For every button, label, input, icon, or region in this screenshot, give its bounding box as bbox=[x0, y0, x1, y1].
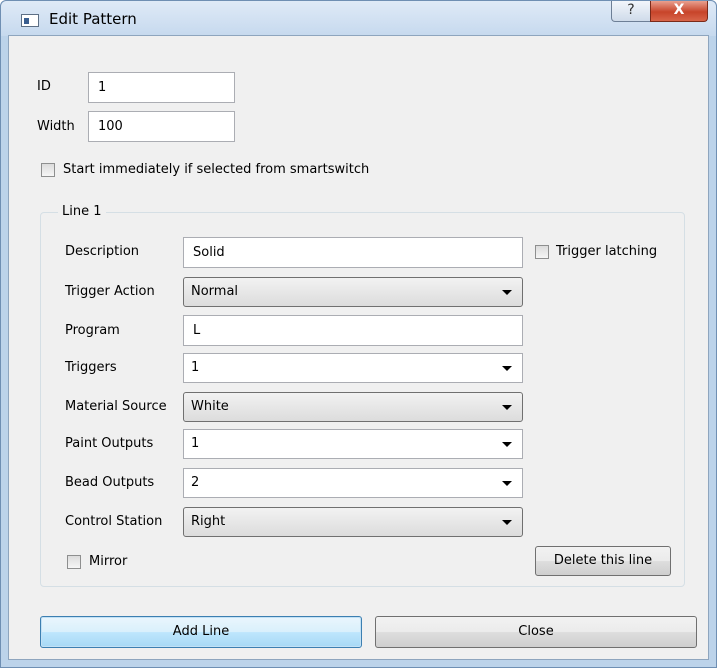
bead-outputs-select[interactable]: 2 bbox=[183, 468, 523, 498]
triggers-select[interactable]: 1 bbox=[183, 353, 523, 383]
control-station-label: Control Station bbox=[65, 514, 163, 529]
control-station-value: Right bbox=[191, 514, 226, 529]
chevron-down-icon bbox=[502, 405, 512, 410]
control-station-select[interactable]: Right bbox=[183, 507, 523, 537]
description-field[interactable]: Solid bbox=[183, 237, 523, 268]
mirror-label: Mirror bbox=[89, 554, 128, 569]
triggers-label: Triggers bbox=[65, 360, 117, 375]
chevron-down-icon bbox=[502, 366, 512, 371]
width-label: Width bbox=[37, 119, 75, 134]
delete-line-button[interactable]: Delete this line bbox=[535, 546, 671, 576]
paint-outputs-value: 1 bbox=[191, 436, 200, 451]
trigger-latching-label: Trigger latching bbox=[556, 244, 658, 259]
chevron-down-icon bbox=[502, 442, 512, 447]
start-immediately-label: Start immediately if selected from smart… bbox=[63, 162, 370, 177]
line-group-title: Line 1 bbox=[58, 204, 106, 220]
mirror-checkbox[interactable] bbox=[67, 555, 81, 569]
start-immediately-checkbox[interactable] bbox=[41, 163, 55, 177]
material-source-label: Material Source bbox=[65, 399, 167, 414]
paint-outputs-select[interactable]: 1 bbox=[183, 429, 523, 459]
program-field[interactable]: L bbox=[183, 315, 523, 346]
program-label: Program bbox=[65, 323, 120, 338]
id-label: ID bbox=[37, 79, 51, 94]
material-source-select[interactable]: White bbox=[183, 392, 523, 422]
material-source-value: White bbox=[191, 399, 229, 414]
title-bar: Edit Pattern ? X bbox=[1, 1, 716, 36]
trigger-action-value: Normal bbox=[191, 284, 239, 299]
bead-outputs-label: Bead Outputs bbox=[65, 475, 155, 490]
width-field[interactable]: 100 bbox=[88, 111, 235, 142]
chevron-down-icon bbox=[502, 290, 512, 295]
window-icon bbox=[21, 14, 39, 27]
triggers-value: 1 bbox=[191, 360, 200, 375]
window-title: Edit Pattern bbox=[49, 10, 137, 28]
add-line-button[interactable]: Add Line bbox=[40, 616, 362, 648]
description-label: Description bbox=[65, 244, 140, 259]
id-field[interactable]: 1 bbox=[88, 72, 235, 103]
help-button[interactable]: ? bbox=[611, 1, 651, 22]
close-window-button[interactable]: X bbox=[650, 1, 708, 22]
trigger-latching-checkbox[interactable] bbox=[535, 245, 549, 259]
paint-outputs-label: Paint Outputs bbox=[65, 436, 154, 451]
close-button[interactable]: Close bbox=[375, 616, 697, 648]
chevron-down-icon bbox=[502, 481, 512, 486]
trigger-action-select[interactable]: Normal bbox=[183, 277, 523, 307]
chevron-down-icon bbox=[502, 520, 512, 525]
bead-outputs-value: 2 bbox=[191, 475, 200, 490]
trigger-action-label: Trigger Action bbox=[65, 284, 155, 299]
